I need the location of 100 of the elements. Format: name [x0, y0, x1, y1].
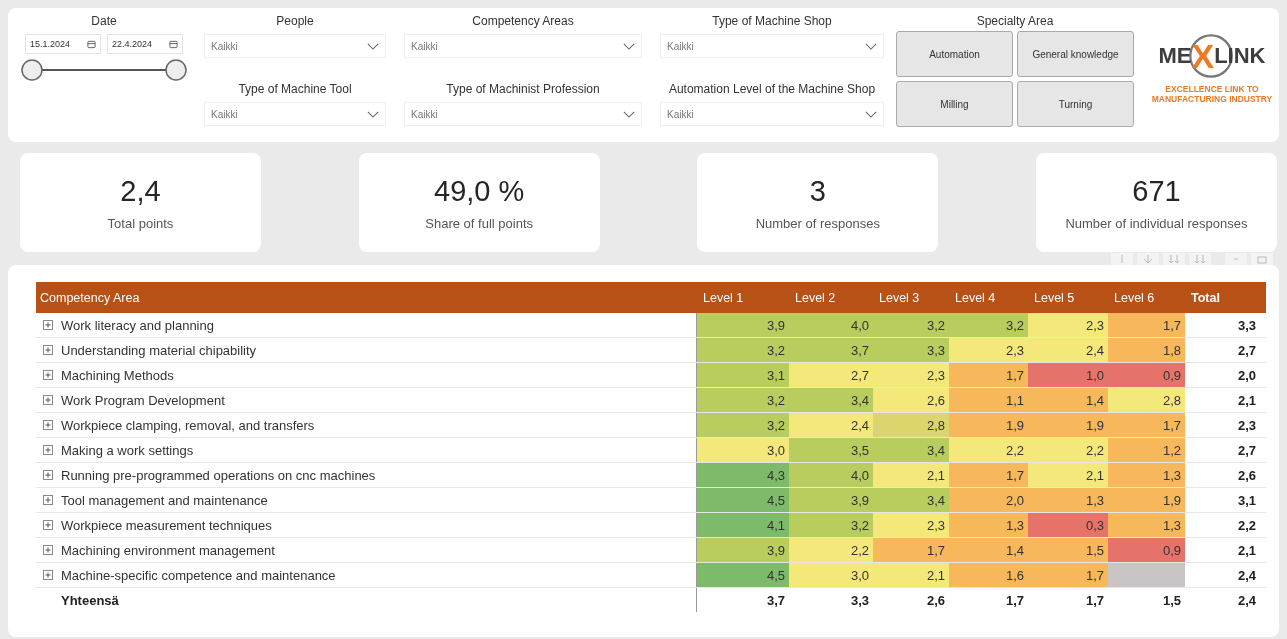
slider-thumb[interactable]: [21, 59, 43, 81]
table-cell: 2,0: [949, 488, 1028, 512]
table-cell: 4,0: [789, 313, 873, 337]
table-cell: 1,7: [1028, 563, 1108, 587]
filter-label: Type of Machinist Profession: [445, 82, 601, 96]
table-cell: 3,4: [789, 388, 873, 412]
expand-icon[interactable]: [43, 470, 53, 480]
dropdown[interactable]: Kaikki: [660, 102, 884, 126]
table-cell: 1,4: [1028, 388, 1108, 412]
table-cell: 4,1: [697, 513, 789, 537]
slider-thumb[interactable]: [165, 59, 187, 81]
row-label: Running pre-programmed operations on cnc machines: [61, 467, 376, 483]
specialty-button[interactable]: General knowledge: [1017, 31, 1134, 77]
table-cell-text: 2,6: [925, 591, 946, 610]
column-header: Competency Area: [39, 290, 141, 305]
table-cell: 2,7: [789, 363, 873, 387]
expand-icon[interactable]: [43, 545, 53, 555]
table-cell: 2,2: [949, 438, 1028, 462]
table-cell: 2,6: [873, 388, 949, 412]
expand-icon[interactable]: [43, 445, 53, 455]
table-cell: 4,5: [697, 488, 789, 512]
row-label: Tool management and maintenance: [61, 492, 268, 508]
filter-label: Type of Machine Tool: [237, 82, 353, 96]
specialty-button[interactable]: Milling: [896, 81, 1013, 127]
expand-icon[interactable]: [43, 395, 53, 405]
column-header: Level 6: [1113, 290, 1156, 305]
dropdown[interactable]: Kaikki: [660, 34, 884, 58]
specialty-button[interactable]: Turning: [1017, 81, 1134, 127]
table-cell-text: 2,3: [1236, 416, 1257, 435]
filter-label: Competency Areas: [471, 14, 575, 28]
table-cell: 4,3: [697, 463, 789, 487]
column-header: Total: [1190, 290, 1221, 305]
table-cell: 1,7: [1108, 313, 1185, 337]
table-cell-text: 2,6: [1236, 466, 1257, 485]
table-cell: 2,3: [1028, 313, 1108, 337]
chevron-icon: [367, 110, 379, 118]
expand-icon[interactable]: [43, 320, 53, 330]
row-label: Making a work settings: [61, 442, 194, 458]
expand-icon[interactable]: [43, 495, 53, 505]
table-cell-text: 2,7: [1236, 441, 1257, 460]
table-cell: 0,9: [1108, 538, 1185, 562]
expand-icon[interactable]: [43, 570, 53, 580]
table-cell: 0,9: [1108, 363, 1185, 387]
logo-tagline: EXCELLENCE LINK TO MANUFACTURING INDUSTRY: [1150, 84, 1274, 104]
table-cell: 3,9: [789, 488, 873, 512]
kpi-value: 3: [809, 174, 826, 208]
calendar-icon: [87, 39, 96, 49]
specialty-button[interactable]: Automation: [896, 31, 1013, 77]
table-cell: 3,4: [873, 438, 949, 462]
row-label: Machining environment management: [61, 542, 275, 558]
row-label: Machine-specific competence and maintenance: [61, 567, 336, 583]
dropdown[interactable]: Kaikki: [204, 34, 386, 58]
table-cell: 1,7: [949, 363, 1028, 387]
filter-label: Automation Level of the Machine Shop: [667, 82, 877, 96]
chevron-icon: [865, 110, 877, 118]
table-cell: 3,1: [697, 363, 789, 387]
dropdown[interactable]: Kaikki: [404, 102, 642, 126]
table-cell: 2,2: [1028, 438, 1108, 462]
table-cell: 1,3: [1108, 513, 1185, 537]
table-cell: 3,2: [873, 313, 949, 337]
table-cell: 1,3: [1028, 488, 1108, 512]
expand-icon[interactable]: [43, 520, 53, 530]
kpi-value: 671: [1132, 174, 1181, 208]
table-cell: 1,3: [1108, 463, 1185, 487]
table-cell: 1,9: [1028, 413, 1108, 437]
end-date-field[interactable]: 22.4.2024: [107, 34, 183, 54]
table-cell: 2,1: [873, 563, 949, 587]
table-cell-text: 3,3: [1236, 316, 1257, 335]
chevron-icon: [865, 42, 877, 50]
dropdown[interactable]: Kaikki: [204, 102, 386, 126]
table-cell-text: 2,4: [1236, 591, 1257, 610]
table-cell: 1,6: [949, 563, 1028, 587]
table-cell: 3,3: [873, 338, 949, 362]
table-cell-text: 2,2: [1236, 516, 1257, 535]
table-cell-text: 3,7: [765, 591, 786, 610]
kpi-label: Total points: [107, 215, 174, 231]
table-cell: 3,2: [697, 413, 789, 437]
logo-mark: X: [1191, 36, 1215, 76]
expand-icon[interactable]: [43, 345, 53, 355]
row-label: Yhteensä: [61, 592, 119, 608]
table-cell: 3,9: [697, 313, 789, 337]
table-cell: 2,8: [1108, 388, 1185, 412]
table-cell: 3,0: [789, 563, 873, 587]
start-date-field[interactable]: 15.1.2024: [25, 34, 101, 54]
expand-icon[interactable]: [43, 420, 53, 430]
table-cell: 1,7: [873, 538, 949, 562]
table-cell: 3,5: [789, 438, 873, 462]
table-cell-text: 2,1: [1236, 541, 1257, 560]
table-cell: 1,1: [949, 388, 1028, 412]
table-cell: 1,7: [949, 463, 1028, 487]
kpi-label: Share of full points: [425, 215, 533, 231]
filter-label: People: [275, 14, 315, 28]
table-cell: 2,1: [1028, 463, 1108, 487]
expand-icon[interactable]: [43, 370, 53, 380]
table-cell: 2,3: [873, 513, 949, 537]
table-cell: 1,2: [1108, 438, 1185, 462]
dropdown[interactable]: Kaikki: [404, 34, 642, 58]
table-cell: 4,5: [697, 563, 789, 587]
table-cell: 2,3: [949, 338, 1028, 362]
table-cell: 3,2: [789, 513, 873, 537]
